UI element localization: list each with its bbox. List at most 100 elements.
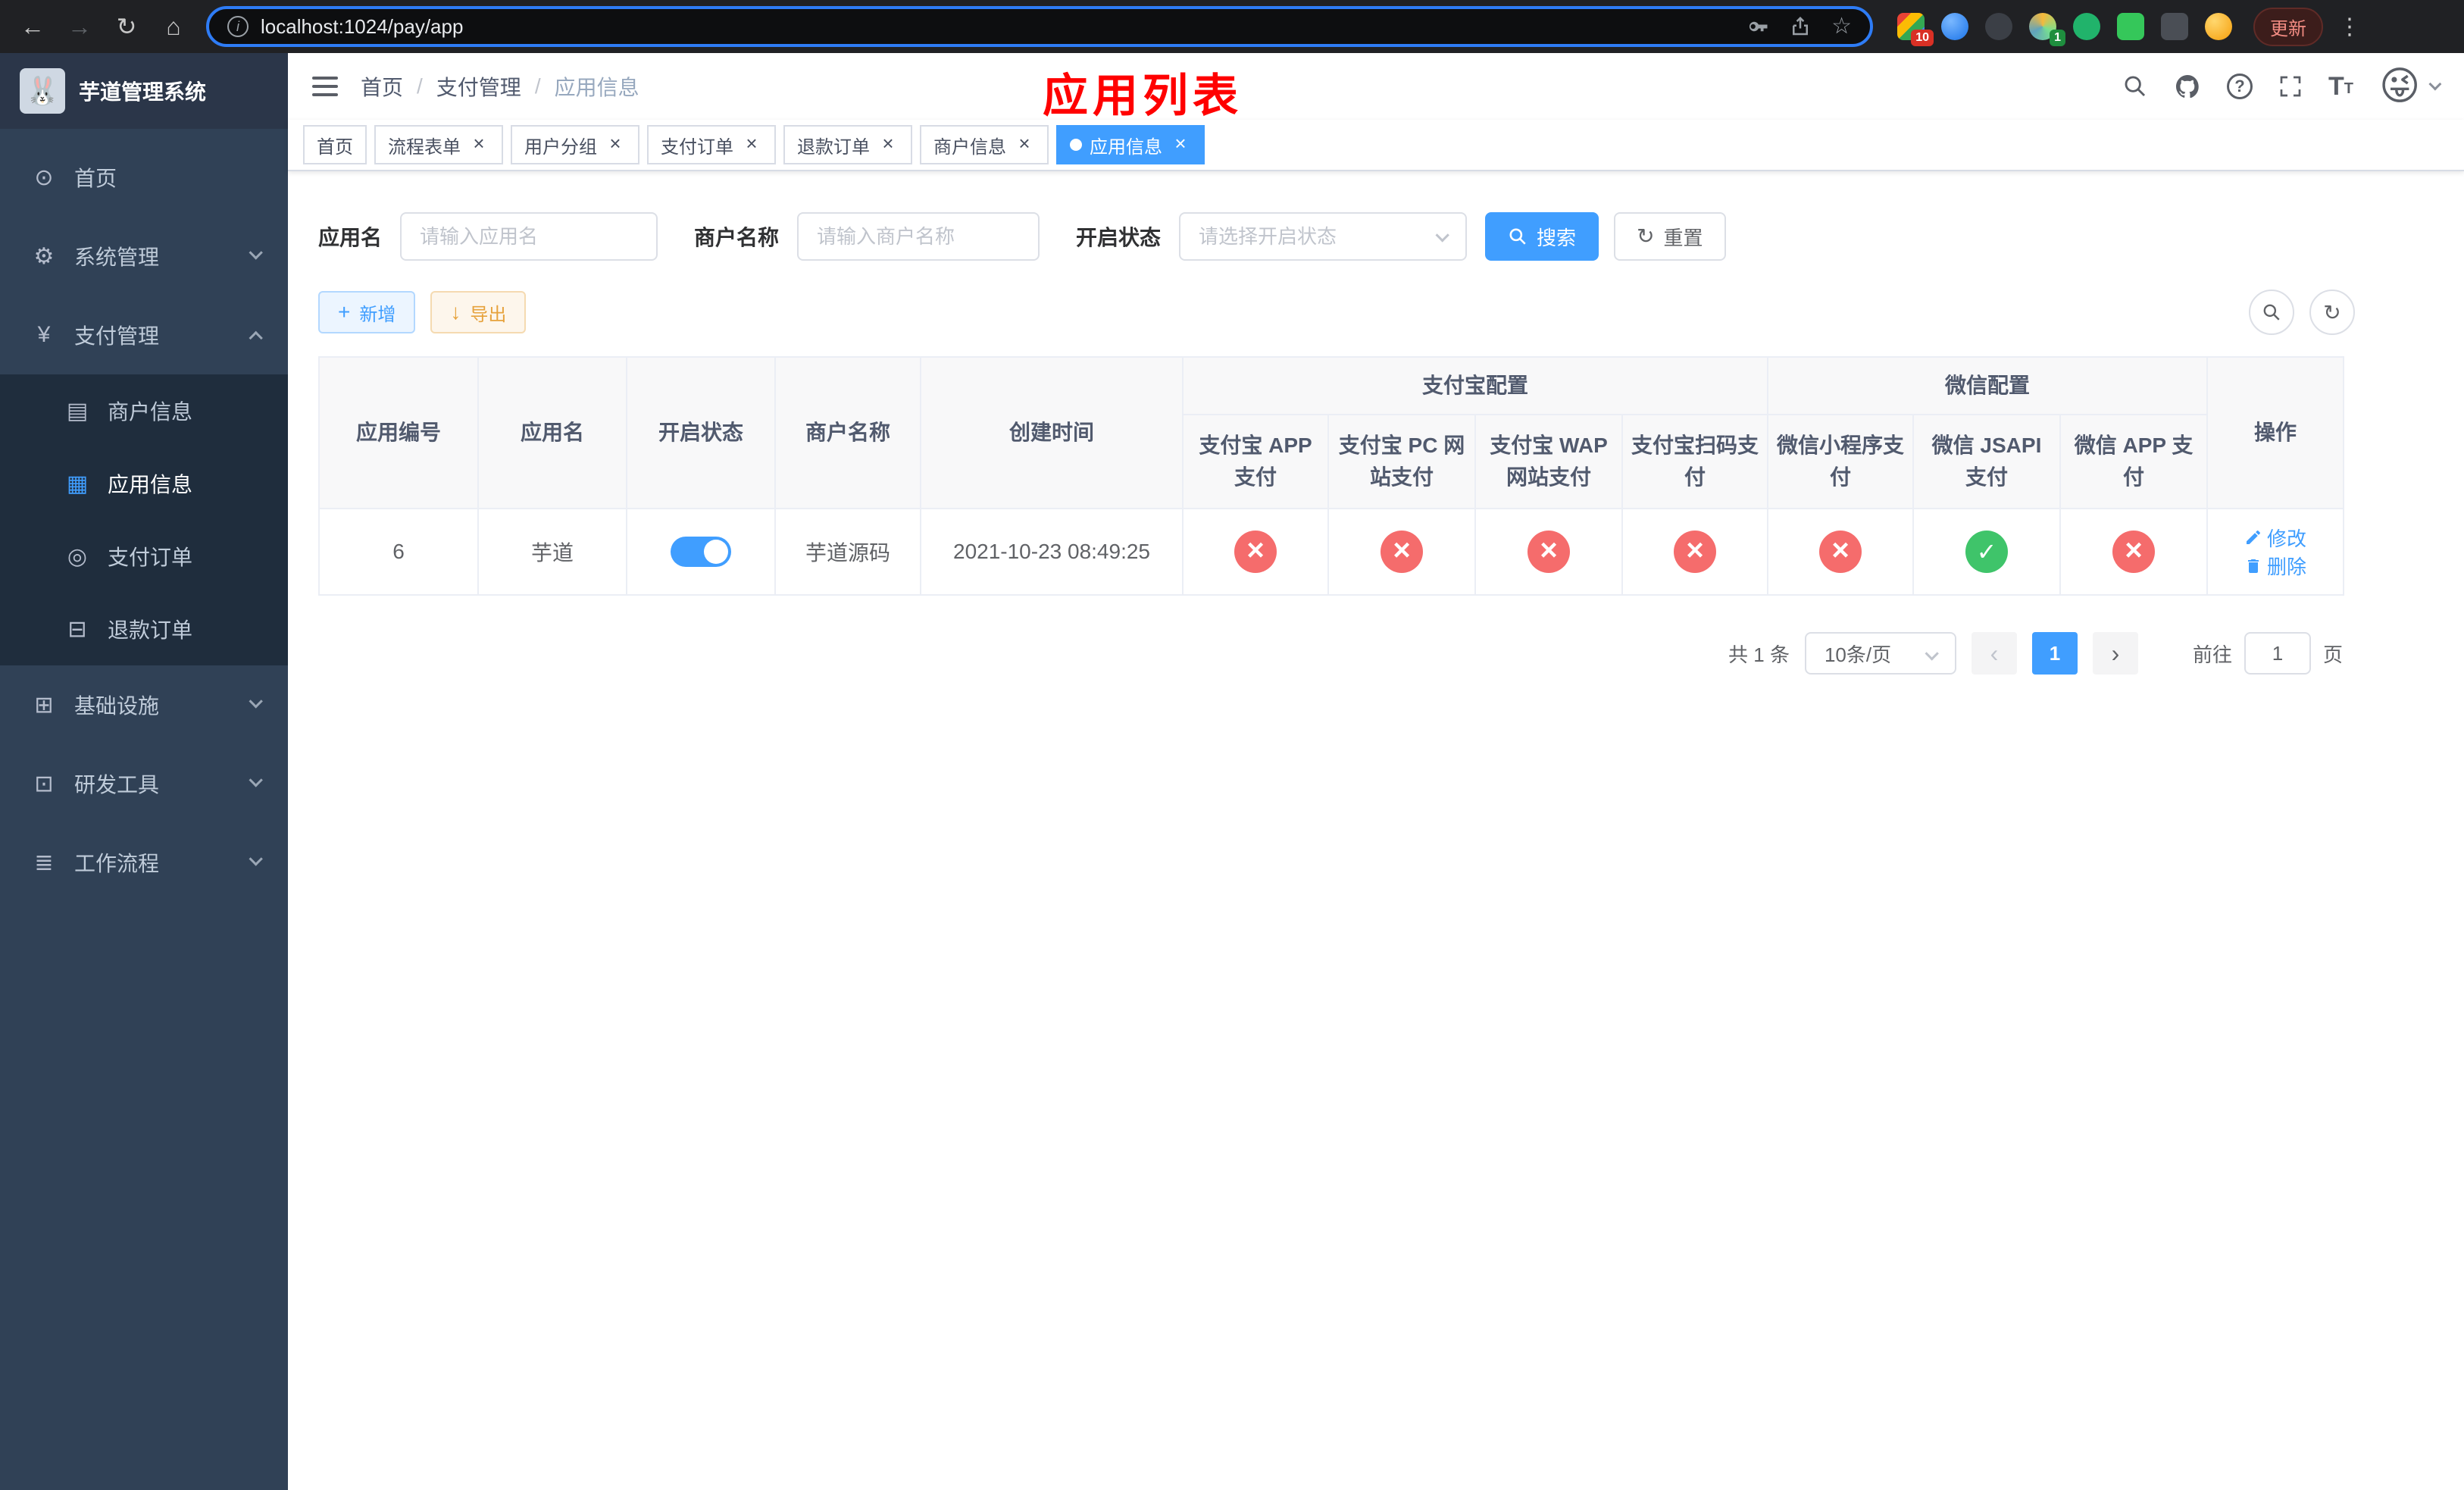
tab-merchant-info[interactable]: 商户信息 × <box>920 125 1049 164</box>
col-header-alipay-wap: 支付宝 WAP 网站支付 <box>1474 414 1623 509</box>
extension-icon-face[interactable] <box>2205 13 2232 40</box>
tab-refund-order[interactable]: 退款订单 × <box>783 125 912 164</box>
password-key-icon[interactable] <box>1746 15 1769 38</box>
alipay-wap-status-icon <box>1527 531 1570 573</box>
breadcrumb-item[interactable]: 支付管理 <box>436 71 521 102</box>
export-button[interactable]: ↓ 导出 <box>430 291 527 333</box>
add-button[interactable]: + 新增 <box>318 291 416 333</box>
extension-icon-green-chat[interactable] <box>2117 13 2144 40</box>
col-header-alipay-pc: 支付宝 PC 网站支付 <box>1327 414 1476 509</box>
sidebar-item-pay-order[interactable]: ◎ 支付订单 <box>0 520 288 593</box>
page-title: 应用列表 <box>1043 70 1243 121</box>
sidebar-item-app-info[interactable]: ▦ 应用信息 <box>0 447 288 520</box>
merchant-name-input[interactable] <box>797 212 1040 261</box>
app-logo[interactable]: 🐰 芋道管理系统 <box>0 53 288 129</box>
extension-icon-green-circle[interactable] <box>2073 13 2100 40</box>
extension-icon-dark[interactable] <box>1985 13 2012 40</box>
sidebar-item-label: 基础设施 <box>74 694 160 718</box>
github-icon[interactable] <box>2174 73 2201 100</box>
table-toolbar: + 新增 ↓ 导出 ↻ <box>318 290 2355 335</box>
goto-page-input[interactable] <box>2244 632 2311 675</box>
breadcrumb-item-current: 应用信息 <box>554 76 639 99</box>
site-info-icon[interactable]: i <box>227 16 249 37</box>
extension-icon-colorful[interactable]: 10 <box>1897 13 1934 46</box>
extension-icon-multicolor[interactable]: 1 <box>2029 13 2065 46</box>
tab-pay-order[interactable]: 支付订单 × <box>647 125 776 164</box>
credit-card-icon: ▤ <box>66 398 89 424</box>
breadcrumb-item[interactable]: 首页 <box>361 71 403 102</box>
page-size-select[interactable] <box>1804 632 1956 675</box>
status-toggle[interactable] <box>671 537 731 567</box>
font-size-icon[interactable]: TT <box>2328 74 2353 99</box>
sidebar-item-payment[interactable]: ¥ 支付管理 <box>0 296 288 374</box>
search-button[interactable]: 搜索 <box>1485 212 1599 261</box>
share-icon[interactable] <box>1789 15 1812 38</box>
grid-icon: ▦ <box>66 471 89 496</box>
help-icon[interactable]: ? <box>2227 74 2253 99</box>
forward-icon[interactable]: → <box>59 6 100 47</box>
delete-link[interactable]: 删除 <box>2244 552 2306 580</box>
home-icon[interactable]: ⌂ <box>153 6 194 47</box>
status-label: 开启状态 <box>1076 226 1162 249</box>
toolbar-right-actions: ↻ <box>2249 290 2355 335</box>
chevron-down-icon <box>248 246 263 261</box>
sidebar-fold-icon[interactable] <box>312 77 338 96</box>
back-icon[interactable]: ← <box>12 6 53 47</box>
close-icon[interactable]: × <box>468 133 489 155</box>
goto-page: 前往 页 <box>2193 632 2343 675</box>
sidebar-item-workflow[interactable]: ≣ 工作流程 <box>0 823 288 902</box>
next-page-button[interactable]: › <box>2092 632 2138 675</box>
page-size-input[interactable] <box>1804 632 1956 675</box>
url-text: localhost:1024/pay/app <box>261 14 464 38</box>
user-avatar-menu[interactable]: 😜 <box>2379 67 2442 106</box>
close-icon[interactable]: × <box>741 133 762 155</box>
col-header-actions: 操作 <box>2206 356 2345 509</box>
close-icon[interactable]: × <box>877 133 899 155</box>
order-icon: ◎ <box>67 543 88 569</box>
tab-user-group[interactable]: 用户分组 × <box>511 125 639 164</box>
filter-app-name: 应用名 <box>318 212 658 261</box>
browser-menu-icon[interactable]: ⋮ <box>2329 14 2370 40</box>
refresh-table-button[interactable]: ↻ <box>2309 290 2355 335</box>
wx-mini-status-icon <box>1819 531 1862 573</box>
close-icon[interactable]: × <box>1170 133 1191 155</box>
status-select[interactable] <box>1179 212 1468 261</box>
breadcrumb: 首页 支付管理 应用信息 <box>361 71 639 102</box>
url-bar-actions: ☆ <box>1746 15 1852 38</box>
tab-app-info[interactable]: 应用信息 × <box>1056 125 1205 164</box>
sidebar-item-merchant-info[interactable]: ▤ 商户信息 <box>0 374 288 447</box>
tab-process-form[interactable]: 流程表单 × <box>374 125 503 164</box>
extension-icon-blue-drop[interactable] <box>1941 13 1968 40</box>
edit-link[interactable]: 修改 <box>2244 524 2306 552</box>
infrastructure-icon: ⊞ <box>34 692 54 718</box>
fullscreen-icon[interactable] <box>2278 74 2303 99</box>
url-bar[interactable]: i localhost:1024/pay/app ☆ <box>206 6 1873 47</box>
tab-label: 商户信息 <box>933 136 1006 158</box>
sidebar-item-system[interactable]: ⚙ 系统管理 <box>0 217 288 296</box>
refund-doc-icon: ⊟ <box>67 616 87 642</box>
reload-icon[interactable]: ↻ <box>106 6 147 47</box>
status-select-input[interactable] <box>1179 212 1468 261</box>
toggle-search-button[interactable] <box>2249 290 2294 335</box>
cell-id: 6 <box>318 508 479 596</box>
extension-badge-green: 1 <box>2050 30 2065 46</box>
close-icon[interactable]: × <box>1014 133 1035 155</box>
close-icon[interactable]: × <box>605 133 626 155</box>
browser-update-button[interactable]: 更新 <box>2253 7 2323 46</box>
delete-link-label: 删除 <box>2267 556 2307 578</box>
app-name-input[interactable] <box>400 212 658 261</box>
app-table: 应用编号 应用名 开启状态 商户名称 创建时间 支付宝配置 微信配置 操作 支付… <box>318 356 2345 596</box>
dashboard-icon: ⊙ <box>34 164 54 190</box>
sidebar-item-refund-order[interactable]: ⊟ 退款订单 <box>0 593 288 665</box>
logo-avatar-icon: 🐰 <box>20 68 65 114</box>
bookmark-star-icon[interactable]: ☆ <box>1831 15 1852 38</box>
search-icon[interactable] <box>2122 74 2148 99</box>
prev-page-button[interactable]: ‹ <box>1971 632 2017 675</box>
sidebar-item-dev-tools[interactable]: ⊡ 研发工具 <box>0 744 288 823</box>
sidebar-item-home[interactable]: ⊙ 首页 <box>0 138 288 217</box>
puzzle-extensions-icon[interactable] <box>2161 13 2188 40</box>
sidebar-item-infrastructure[interactable]: ⊞ 基础设施 <box>0 665 288 744</box>
reset-button[interactable]: ↻ 重置 <box>1614 212 1726 261</box>
tab-home[interactable]: 首页 <box>303 125 367 164</box>
page-number-button[interactable]: 1 <box>2031 632 2078 675</box>
